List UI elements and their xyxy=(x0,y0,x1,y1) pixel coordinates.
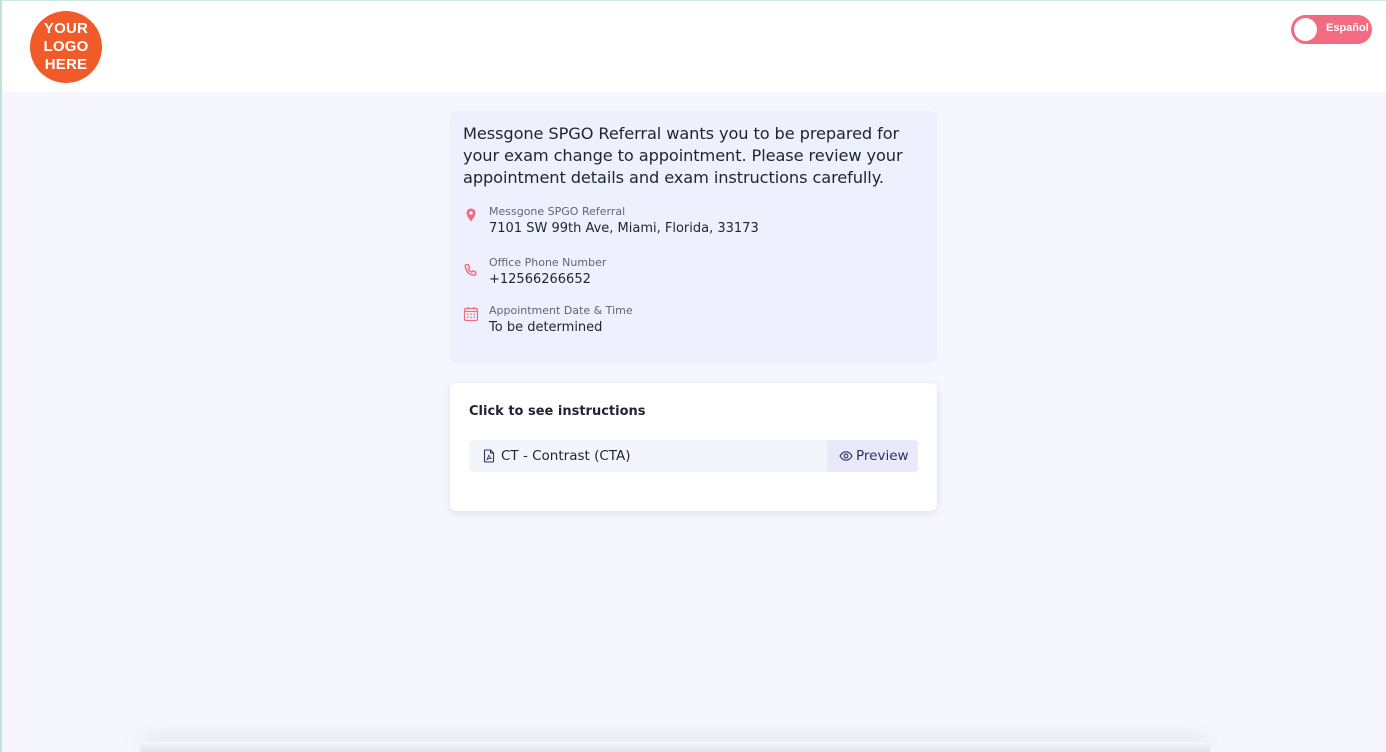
intro-text: Messgone SPGO Referral wants you to be p… xyxy=(463,124,903,187)
instructions-card: Click to see instructions CT - Contrast … xyxy=(450,383,937,511)
preview-button-label: Preview xyxy=(856,448,909,464)
appointment-info-card: Messgone SPGO Referral wants you to be p… xyxy=(450,111,937,363)
document-name: CT - Contrast (CTA) xyxy=(501,448,631,464)
phone-caption: Office Phone Number xyxy=(489,256,607,269)
language-toggle[interactable]: Español xyxy=(1291,15,1372,44)
language-toggle-label: Español xyxy=(1326,22,1369,34)
top-header: YOUR LOGO HERE Español xyxy=(0,0,1386,92)
toggle-knob xyxy=(1294,18,1317,41)
phone-number: +12566266652 xyxy=(489,272,591,287)
appointment-caption: Appointment Date & Time xyxy=(489,304,633,317)
logo: YOUR LOGO HERE xyxy=(30,11,102,83)
phone-icon xyxy=(464,263,477,276)
instructions-title: Click to see instructions xyxy=(469,404,646,419)
pdf-file-icon xyxy=(483,449,495,463)
preview-button[interactable]: Preview xyxy=(827,440,918,472)
appointment-value: To be determined xyxy=(489,320,603,335)
calendar-icon xyxy=(463,307,479,322)
instruction-document-row[interactable]: CT - Contrast (CTA) Preview xyxy=(469,440,918,472)
bottom-sheet-edge xyxy=(140,742,1210,752)
location-address: 7101 SW 99th Ave, Miami, Florida, 33173 xyxy=(489,221,759,236)
location-caption: Messgone SPGO Referral xyxy=(489,205,626,218)
eye-icon xyxy=(839,451,853,461)
location-pin-icon xyxy=(466,208,476,222)
